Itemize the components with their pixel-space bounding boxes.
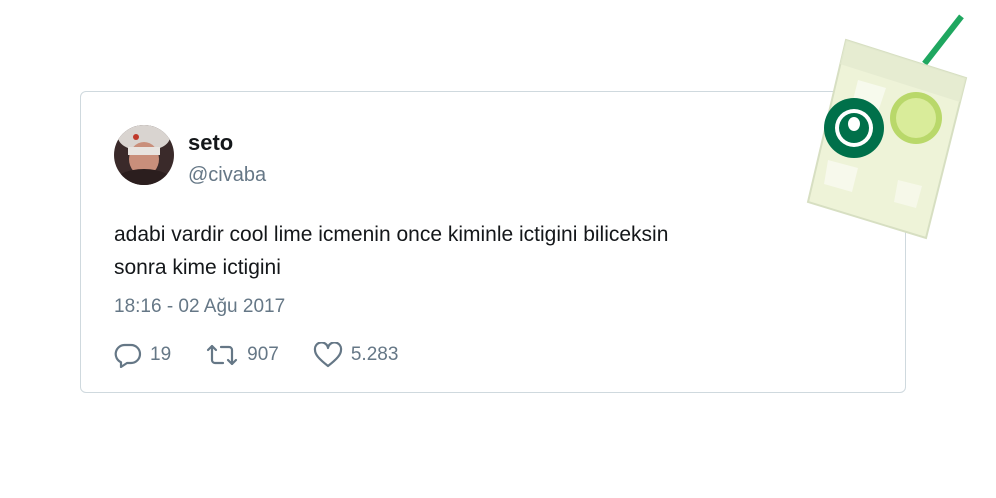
tweet-text-line: sonra kime ictigini bbox=[114, 256, 281, 279]
heart-icon bbox=[313, 342, 342, 368]
reply-count: 19 bbox=[150, 344, 172, 365]
retweet-button[interactable]: 907 bbox=[205, 342, 279, 368]
iced-drink-cup-image bbox=[806, 14, 968, 240]
timestamp[interactable]: 18:16 - 02 Ağu 2017 bbox=[114, 296, 285, 318]
straw bbox=[922, 14, 964, 66]
avatar[interactable] bbox=[114, 125, 174, 185]
reply-icon bbox=[114, 343, 142, 368]
tweet-text: adabi vardir cool lime icmenin once kimi… bbox=[114, 218, 854, 284]
user-handle[interactable]: @civaba bbox=[188, 164, 266, 187]
tweet-text-line: adabi vardir cool lime icmenin once kimi… bbox=[114, 223, 669, 246]
like-button[interactable]: 5.283 bbox=[313, 342, 399, 368]
tweet-card: seto @civaba adabi vardir cool lime icme… bbox=[80, 91, 906, 393]
avatar-image bbox=[114, 125, 174, 185]
user-name[interactable]: seto bbox=[188, 130, 233, 156]
action-bar: 19 907 5.283 bbox=[114, 342, 432, 368]
reply-button[interactable]: 19 bbox=[114, 342, 171, 368]
retweet-count: 907 bbox=[247, 344, 279, 365]
retweet-icon bbox=[207, 344, 238, 366]
like-count: 5.283 bbox=[350, 344, 399, 365]
